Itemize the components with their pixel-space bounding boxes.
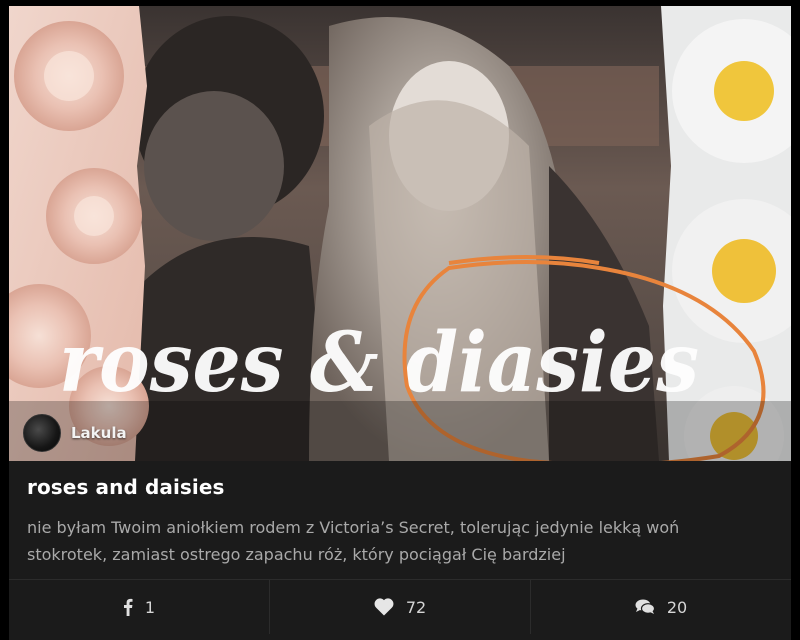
comments-button[interactable]: 20	[531, 580, 791, 634]
story-card[interactable]: roses & diasies Lakula roses and daisies…	[9, 6, 791, 640]
avatar[interactable]	[23, 414, 61, 452]
like-count: 72	[405, 597, 427, 617]
like-button[interactable]: 72	[270, 580, 531, 634]
author-badge[interactable]: Lakula	[23, 414, 127, 452]
heart-icon	[374, 598, 394, 616]
cover-image[interactable]: roses & diasies Lakula	[9, 6, 791, 461]
author-name[interactable]: Lakula	[71, 424, 127, 442]
story-description: nie byłam Twoim aniołkiem rodem z Victor…	[27, 518, 680, 564]
cover-overlay-text: roses & diasies	[59, 315, 699, 411]
cover-illustration: roses & diasies	[9, 6, 791, 461]
facebook-icon	[123, 598, 133, 616]
story-title[interactable]: roses and daisies	[27, 475, 225, 499]
comment-count: 20	[666, 597, 688, 617]
facebook-share-button[interactable]: 1	[9, 580, 270, 634]
stats-bar: 1 72 20	[9, 579, 791, 634]
comments-icon	[635, 599, 655, 614]
facebook-share-count: 1	[144, 597, 156, 617]
